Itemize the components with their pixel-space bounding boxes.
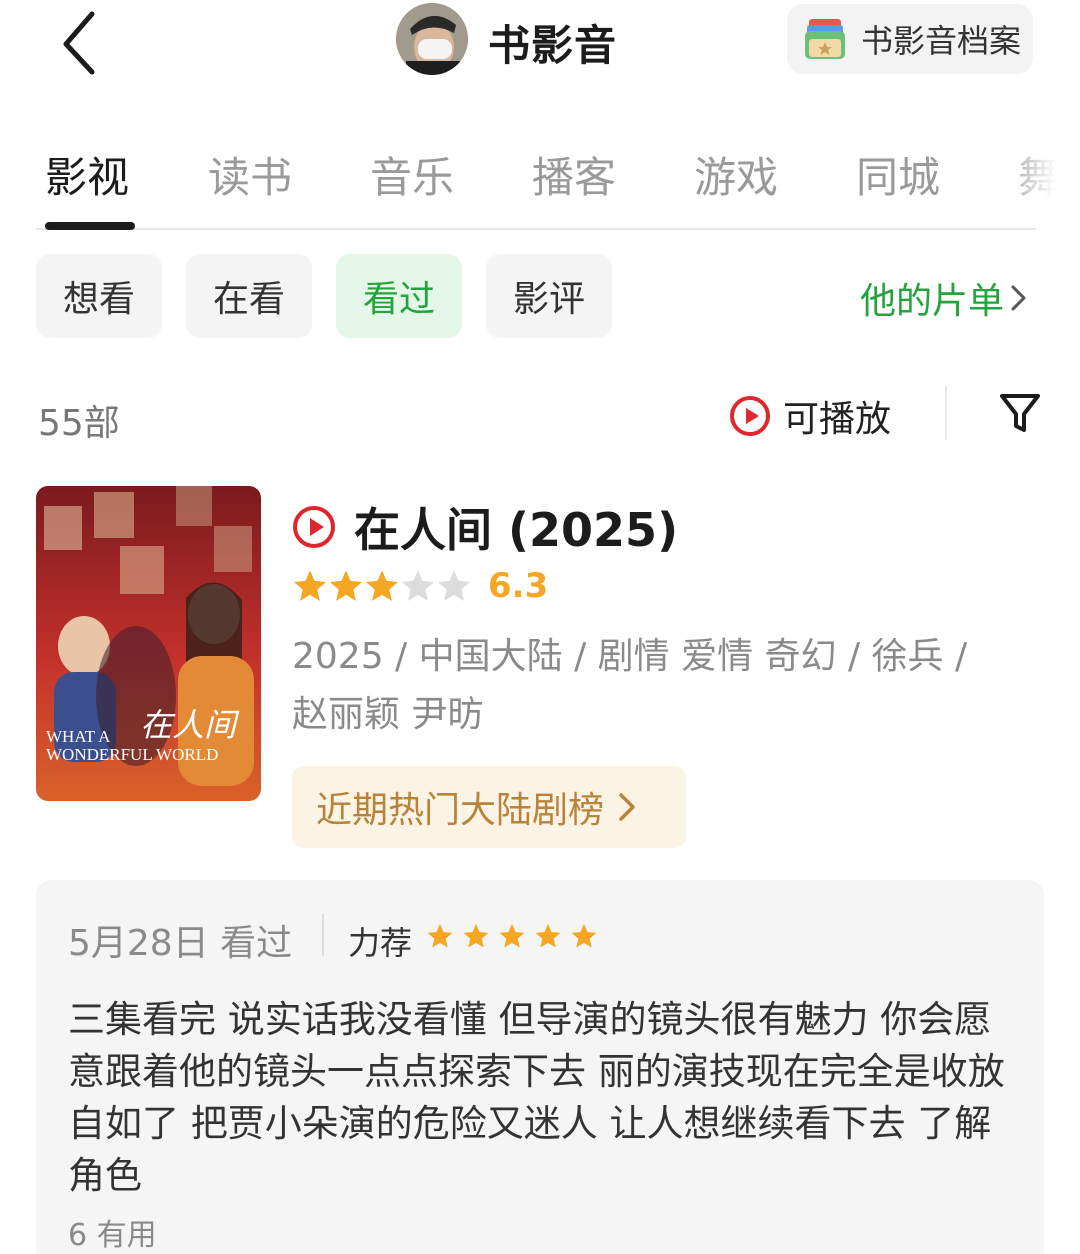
tab-games[interactable]: 游戏 — [694, 144, 778, 205]
tab-local[interactable]: 同城 — [856, 144, 940, 205]
filter-divider — [945, 386, 947, 440]
star-filled-icon — [329, 570, 363, 601]
tabs-fade — [1000, 130, 1080, 220]
movie-title: 在人间 (2025) — [354, 503, 679, 557]
review-card: 5月28日 看过 力荐 三集看完 说实话我没看懂 但导演的镜头很有魅力 你会愿意… — [36, 880, 1044, 1254]
item-count: 55部 — [38, 403, 120, 444]
useful-count[interactable]: 6 有用 — [68, 1210, 157, 1254]
page-title: 书影音 — [488, 21, 618, 70]
tabs-divider — [36, 228, 1036, 230]
star-filled-icon — [499, 923, 525, 948]
active-tab-indicator — [45, 222, 135, 230]
user-avatar-image — [396, 3, 468, 75]
chevron-right-icon — [619, 793, 635, 821]
chevron-right-icon — [1011, 285, 1026, 311]
film-list-label: 他的片单 — [860, 281, 1005, 322]
star-filled-icon — [427, 923, 453, 948]
tab-music[interactable]: 音乐 — [370, 144, 454, 205]
back-button[interactable] — [56, 6, 116, 76]
star-filled-icon — [535, 923, 561, 948]
tab-podcast[interactable]: 播客 — [532, 144, 616, 205]
filter-button[interactable] — [996, 388, 1044, 438]
poster-calligraphy: 在人间 — [140, 706, 240, 744]
star-filled-icon — [571, 923, 597, 948]
archive-label: 书影音档案 — [861, 22, 1022, 60]
archive-box-icon — [805, 19, 845, 59]
chip-reviews[interactable]: 影评 — [486, 254, 612, 338]
movie-title-row[interactable]: 在人间 (2025) — [292, 494, 678, 560]
tab-books[interactable]: 读书 — [208, 144, 292, 205]
review-stars — [426, 922, 606, 950]
movie-poster[interactable]: 在人间 WHAT A WONDERFUL WORLD — [36, 486, 261, 801]
chip-want-to-watch[interactable]: 想看 — [36, 254, 162, 338]
star-filled-icon — [463, 923, 489, 948]
tab-film[interactable]: 影视 — [45, 144, 129, 205]
playable-label: 可播放 — [783, 399, 892, 440]
poster-english-title-1: WHAT A — [46, 727, 111, 746]
avatar[interactable] — [396, 3, 468, 75]
chip-watched[interactable]: 看过 — [336, 254, 462, 338]
star-filled-icon — [293, 570, 327, 601]
funnel-icon — [1000, 394, 1040, 432]
chevron-left-icon — [63, 11, 95, 75]
category-tabs: 影视 读书 音乐 播客 游戏 同城 舞 — [0, 130, 1080, 230]
play-circle-icon — [730, 396, 770, 436]
header: 书影音 书影音档案 — [0, 0, 1080, 90]
review-text: 三集看完 说实话我没看懂 但导演的镜头很有魅力 你会愿意跟着他的镜头一点点探索下… — [68, 998, 1005, 1197]
star-empty-icon — [437, 570, 471, 601]
rating-stars — [292, 568, 472, 604]
rating-score: 6.3 — [488, 566, 549, 606]
chip-watching[interactable]: 在看 — [186, 254, 312, 338]
star-filled-icon — [365, 570, 399, 601]
play-circle-icon — [293, 506, 335, 548]
movie-meta-line-2: 赵丽颖 尹昉 — [292, 694, 484, 735]
movie-rating: 6.3 — [292, 566, 548, 606]
review-date: 5月28日 看过 — [68, 923, 293, 964]
poster-image: 在人间 WHAT A WONDERFUL WORLD — [36, 486, 261, 801]
movie-meta-line-1: 2025 / 中国大陆 / 剧情 爱情 奇幻 / 徐兵 / — [292, 636, 968, 677]
film-list-link[interactable]: 他的片单 — [860, 272, 1028, 324]
ranking-label: 近期热门大陆剧榜 — [316, 790, 605, 831]
poster-english-title-2: WONDERFUL WORLD — [46, 745, 218, 764]
review-rating-tag: 力荐 — [348, 924, 413, 962]
movie-meta: 2025 / 中国大陆 / 剧情 爱情 奇幻 / 徐兵 / 赵丽颖 尹昉 — [292, 628, 1032, 744]
archive-button[interactable]: 书影音档案 — [787, 4, 1033, 74]
review-separator — [322, 914, 324, 956]
ranking-badge-button[interactable]: 近期热门大陆剧榜 — [292, 766, 686, 848]
playable-filter-toggle[interactable]: 可播放 — [729, 390, 891, 442]
star-empty-icon — [401, 570, 435, 601]
